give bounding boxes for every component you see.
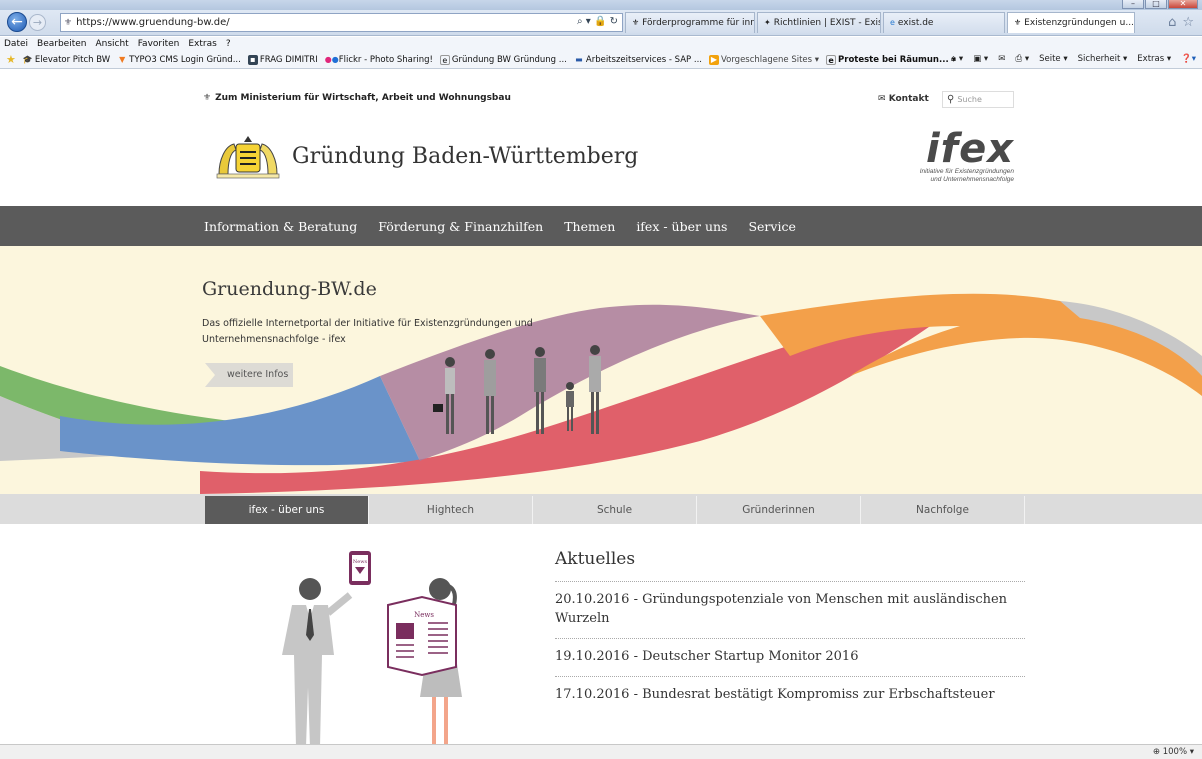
zoom-control[interactable]: ⊕ 100% ▾ [1153,747,1194,757]
favorites-star-icon[interactable]: ☆ [1182,15,1194,30]
sap-icon: ▬ [575,54,583,64]
hero-banner: Gruendung-BW.de Das offizielle Internetp… [0,246,1202,494]
kontakt-link[interactable]: ✉ Kontakt [878,94,929,104]
nav-themen[interactable]: Themen [564,219,615,234]
web-page: ⚜ Zum Ministerium für Wirtschaft, Arbeit … [0,69,1202,744]
subnav-schule[interactable]: Schule [533,496,697,524]
hero-wave-graphic [0,293,1202,494]
cap-icon: 🎓 [22,54,33,64]
zoom-icon: ⊕ [1152,747,1161,757]
page-icon: e [826,54,837,65]
tab-richtlinien[interactable]: ✦Richtlinien | EXIST - Existe... [757,12,881,33]
status-bar: ⊕ 100% ▾ [0,744,1202,759]
favorites-star-icon[interactable]: ★ [6,53,16,66]
ifex-logo[interactable]: ifex Initiative für Existenzgründungen u… [896,129,1014,184]
mail-icon[interactable]: ✉ [998,54,1005,64]
menu-extras[interactable]: Extras [188,37,216,51]
eagle-favicon-icon: ✦ [764,18,771,27]
lion-favicon-icon: ⚜ [632,18,640,27]
photo-icon: ▪ [247,54,258,65]
menu-bar: Datei Bearbeiten Ansicht Favoriten Extra… [0,37,1202,51]
tab-existenzgruendungen[interactable]: ⚜Existenzgründungen u...× [1007,12,1135,33]
hero-title: Gruendung-BW.de [202,278,377,300]
sicherheit-menu[interactable]: Sicherheit ▾ [1078,54,1128,64]
tab-exist[interactable]: e exist.de [883,12,1005,33]
site-favicon-icon: ⚜ [64,17,73,28]
menu-help[interactable]: ? [226,37,231,51]
hero-description: Das offizielle Internetportal der Initia… [202,318,533,345]
menu-datei[interactable]: Datei [4,37,28,51]
main-navigation: Information & Beratung Förderung & Finan… [0,206,1202,246]
subnav-nachfolge[interactable]: Nachfolge [861,496,1025,524]
maximize-icon[interactable]: □ [1145,0,1167,9]
menu-bearbeiten[interactable]: Bearbeiten [37,37,86,51]
window-titlebar: – □ ✕ [0,0,1202,10]
favorites-bar: ★ 🎓 Elevator Pitch BW ▼ TYPO3 CMS Login Gr… [0,51,1202,69]
fav-arbeitszeitservices[interactable]: ▬ Arbeitszeitservices - SAP ... [574,55,702,65]
nav-information-beratung[interactable]: Information & Beratung [204,219,357,234]
weitere-infos-button[interactable]: weitere Infos [205,363,293,387]
address-actions[interactable]: ⌕ ▾ 🔒 ↻ [577,16,618,27]
page-icon: e [439,54,450,65]
news-item[interactable]: 20.10.2016 - Gründungspotenziale von Men… [555,582,1025,639]
address-bar[interactable]: ⚜ https://www.gruendung-bw.de/ ⌕ ▾ 🔒 ↻ [60,13,623,32]
top-strip: ⚜ Zum Ministerium für Wirtschaft, Arbeit … [0,90,1202,110]
tab-foerderprogramme[interactable]: ⚜ Förderprogramme für inn... [625,12,755,33]
feeds-icon[interactable]: ▣ ▾ [973,54,988,64]
subnav-ifex-ueber-uns[interactable]: ifex - über uns [205,496,369,524]
nav-service[interactable]: Service [748,219,795,234]
home-menu-icon[interactable]: ⌂ ▾ [951,54,963,64]
fav-proteste[interactable]: e Proteste bei Räumun... ▾ [826,54,956,65]
lion-favicon-icon: ⚜ [1014,18,1022,27]
news-item[interactable]: 17.10.2016 - Bundesrat bestätigt Komprom… [555,677,1025,714]
tab-strip: ⚜ Förderprogramme für inn... ✦ Richtlinien… [625,12,1135,34]
site-title[interactable]: Gründung Baden-Württemberg [292,144,638,169]
forward-button[interactable]: → [29,14,46,31]
newspaper-news-label: News [414,611,434,619]
ministry-link[interactable]: ⚜ Zum Ministerium für Wirtschaft, Arbeit … [203,93,511,103]
fav-elevator-pitch[interactable]: 🎓 Elevator Pitch BW [23,55,110,65]
sub-navigation: ifex - über uns Hightech Schule Gründeri… [0,494,1202,524]
menu-ansicht[interactable]: Ansicht [95,37,128,51]
flickr-icon: ●● [324,54,339,64]
extras-menu[interactable]: Extras ▾ [1137,54,1171,64]
typo3-icon: ▼ [119,54,126,64]
ie-favicon-icon: e [890,18,895,27]
fav-typo3[interactable]: ▼ TYPO3 CMS Login Gründ... [117,55,241,65]
lion-icon: ⚜ [203,93,212,103]
subnav-gruenderinnen[interactable]: Gründerinnen [697,496,861,524]
close-window-icon[interactable]: ✕ [1168,0,1198,9]
coat-of-arms-icon[interactable] [213,134,283,180]
search-input[interactable]: ⚲ Suche [942,91,1014,108]
fav-flickr[interactable]: ●● Flickr - Photo Sharing! [325,55,433,65]
news-readers-illustration: News News [282,551,462,744]
suggested-sites-icon: ▶ [708,54,719,65]
seite-menu[interactable]: Seite ▾ [1039,54,1068,64]
minimize-icon[interactable]: – [1122,0,1144,9]
address-row: ← → ⚜ https://www.gruendung-bw.de/ ⌕ ▾ 🔒… [0,10,1202,36]
back-button[interactable]: ← [7,12,27,32]
nav-foerderung-finanzhilfen[interactable]: Förderung & Finanzhilfen [378,219,543,234]
fav-gruendung-bw[interactable]: e Gründung BW Gründung ... [439,54,567,65]
search-icon: ⚲ [947,94,955,105]
address-url: https://www.gruendung-bw.de/ [76,17,230,28]
tablet-news-label: News [353,559,368,565]
site-header: Gründung Baden-Württemberg ifex Initiati… [0,110,1202,206]
fav-frag-dimitri[interactable]: ▪ FRAG DIMITRI [247,54,318,65]
print-icon[interactable]: ⎙ ▾ [1015,54,1029,64]
fav-vorgeschlagene-sites[interactable]: ▶ Vorgeschlagene Sites ▾ [708,54,819,65]
nav-ifex-ueber-uns[interactable]: ifex - über uns [636,219,727,234]
home-icon[interactable]: ⌂ [1168,15,1176,30]
news-heading: Aktuelles [555,549,636,569]
help-icon[interactable]: ❓▾ [1181,54,1196,64]
news-section: Aktuelles 20.10.2016 - Gründungspotenzia… [555,549,1025,714]
menu-favoriten[interactable]: Favoriten [138,37,180,51]
subnav-hightech[interactable]: Hightech [369,496,533,524]
envelope-icon: ✉ [878,94,886,104]
news-item[interactable]: 19.10.2016 - Deutscher Startup Monitor 2… [555,639,1025,677]
